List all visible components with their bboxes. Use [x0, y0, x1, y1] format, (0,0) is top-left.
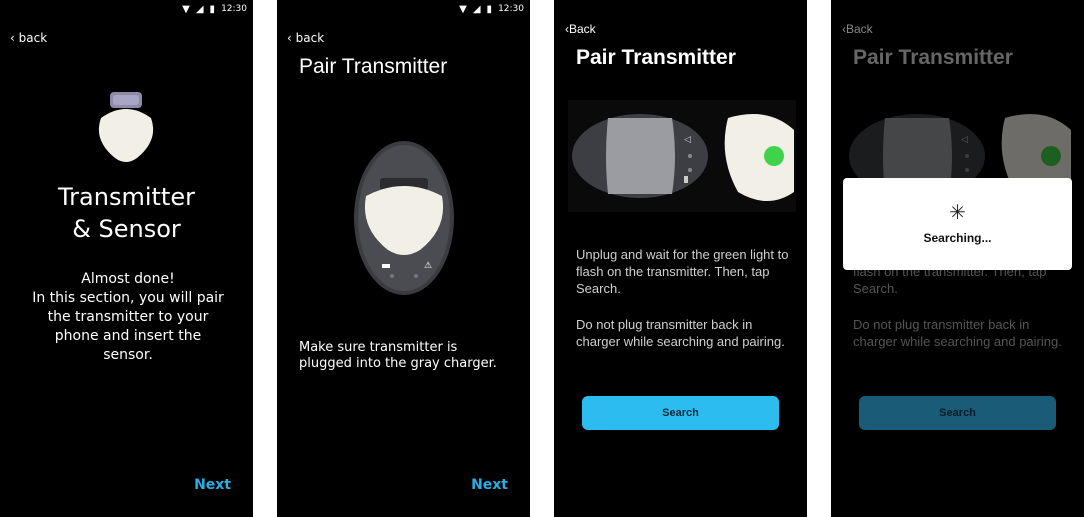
- signal-icon: ◢: [195, 3, 205, 15]
- spinner-icon: ✳: [949, 202, 966, 224]
- signal-icon: ◢: [472, 3, 482, 15]
- back-button[interactable]: ‹Back: [565, 22, 596, 36]
- searching-label: Searching...: [923, 231, 992, 245]
- back-label: back: [295, 31, 325, 45]
- searching-dialog: ✳ Searching...: [843, 178, 1072, 270]
- search-button[interactable]: Search: [859, 396, 1056, 430]
- page-title: Pair Transmitter: [853, 46, 1013, 69]
- back-label: Back: [846, 22, 873, 36]
- transmitter-led-illustration: ◁: [568, 100, 796, 212]
- back-label: Back: [569, 22, 596, 36]
- transmitter-icon: [98, 92, 154, 162]
- screen-transmitter-sensor-intro: ▼ ◢ ▮ 12:30 ‹ back Transmitter & Sensor …: [0, 0, 253, 517]
- instruction-paragraph-2: Do not plug transmitter back in charger …: [853, 317, 1062, 349]
- page-title: Pair Transmitter: [576, 46, 736, 69]
- back-button[interactable]: ‹Back: [842, 22, 873, 36]
- page-heading: Transmitter & Sensor: [0, 181, 253, 245]
- back-button[interactable]: ‹ back: [10, 31, 47, 45]
- status-bar: ▼ ◢ ▮ 12:30: [182, 0, 247, 18]
- battery-icon: ▮: [486, 3, 494, 15]
- instruction-text: Make sure transmitter is plugged into th…: [299, 340, 497, 371]
- search-button[interactable]: Search: [582, 396, 779, 430]
- wifi-icon: ▼: [182, 3, 191, 15]
- wifi-icon: ▼: [459, 3, 468, 15]
- screen-pair-transmitter-charger: ▼ ◢ ▮ 12:30 ‹ back Pair Transmitter ⚠ Ma…: [277, 0, 530, 517]
- instruction-paragraph-1: Unplug and wait for the green light to f…: [576, 247, 789, 296]
- page-title: Pair Transmitter: [299, 55, 448, 78]
- svg-text:◁: ◁: [961, 135, 968, 145]
- svg-text:⚠: ⚠: [424, 261, 432, 271]
- next-button[interactable]: Next: [194, 477, 231, 493]
- screen-pair-transmitter-search: ‹Back Pair Transmitter ◁ Unplug and wait…: [554, 0, 807, 517]
- status-time: 12:30: [221, 4, 247, 14]
- heading-line-2: & Sensor: [72, 215, 181, 243]
- next-button[interactable]: Next: [471, 477, 508, 493]
- back-label: back: [18, 31, 48, 45]
- back-button[interactable]: ‹ back: [287, 31, 324, 45]
- charger-icon: ⚠: [354, 141, 454, 295]
- status-bar: ▼ ◢ ▮ 12:30: [459, 0, 524, 18]
- status-time: 12:30: [498, 4, 524, 14]
- screen-pair-transmitter-searching: ‹Back Pair Transmitter ◁ Unplug and wait…: [831, 0, 1084, 517]
- instruction-paragraph-2: Do not plug transmitter back in charger …: [576, 317, 785, 349]
- heading-line-1: Transmitter: [58, 183, 195, 211]
- svg-text:◁: ◁: [684, 135, 691, 145]
- battery-icon: ▮: [209, 3, 217, 15]
- intro-text: Almost done! In this section, you will p…: [32, 271, 224, 363]
